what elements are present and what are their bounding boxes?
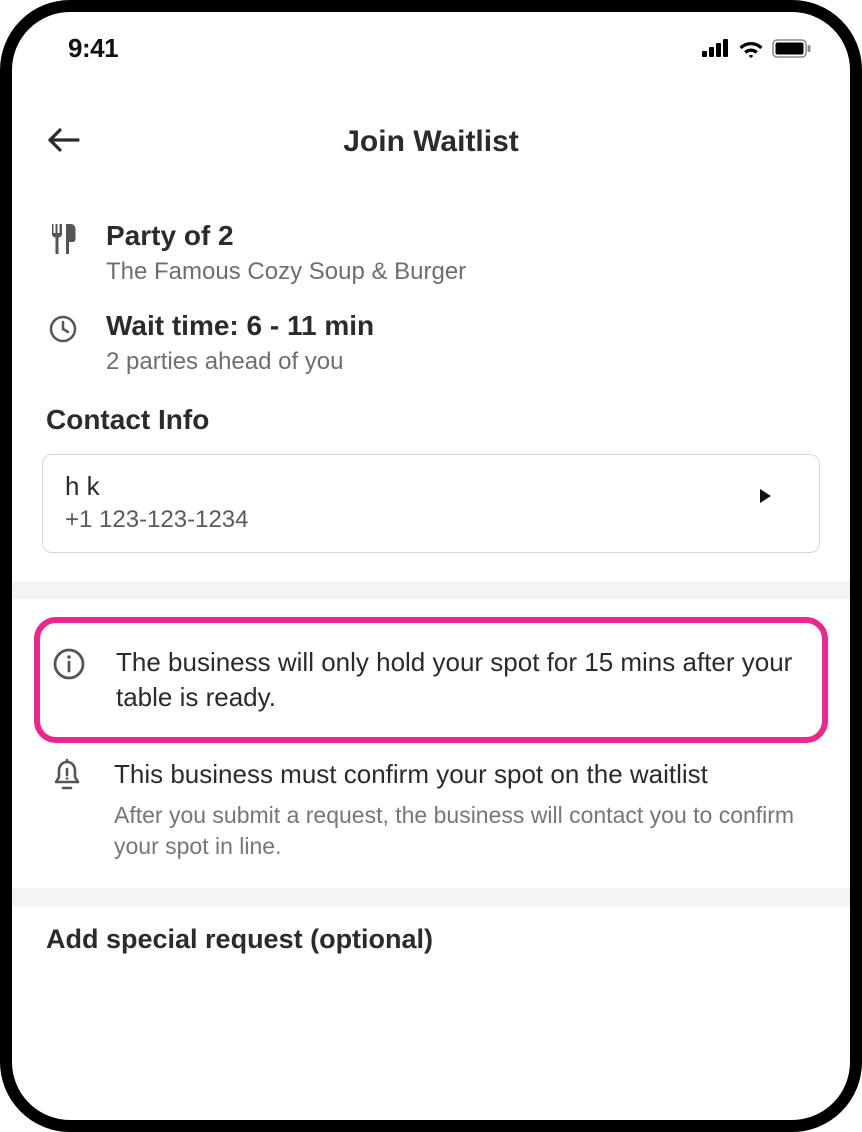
special-request-header: Add special request (optional) [42, 924, 820, 955]
confirm-notice: This business must confirm your spot on … [42, 757, 820, 862]
restaurant-name: The Famous Cozy Soup & Burger [106, 258, 466, 286]
confirm-notice-title: This business must confirm your spot on … [114, 757, 814, 792]
confirm-notice-subtitle: After you submit a request, the business… [114, 800, 814, 862]
bell-alert-icon [48, 757, 86, 795]
contact-name: h k [65, 471, 249, 502]
party-size: Party of 2 [106, 220, 466, 252]
section-divider [12, 581, 850, 599]
back-button[interactable] [42, 120, 86, 164]
party-info: Party of 2 The Famous Cozy Soup & Burger [42, 220, 820, 286]
utensils-icon [46, 222, 80, 256]
battery-icon [772, 39, 812, 58]
wait-time-info: Wait time: 6 - 11 min 2 parties ahead of… [42, 310, 820, 376]
contact-card[interactable]: h k +1 123-123-1234 [42, 454, 820, 553]
clock-icon [46, 312, 80, 346]
hold-spot-text: The business will only hold your spot fo… [116, 645, 806, 715]
page-title: Join Waitlist [343, 125, 519, 159]
hold-spot-notice: The business will only hold your spot fo… [34, 617, 828, 743]
status-icons [702, 39, 812, 58]
notice-section: The business will only hold your spot fo… [12, 599, 850, 906]
contact-phone: +1 123-123-1234 [65, 506, 249, 534]
status-time: 9:41 [68, 33, 118, 64]
info-icon [50, 645, 88, 683]
contact-section-header: Contact Info [42, 404, 820, 436]
wifi-icon [738, 39, 764, 58]
device-frame: 9:41 Join Waitlist Party of [0, 0, 862, 1132]
cellular-icon [702, 39, 730, 57]
wait-time: Wait time: 6 - 11 min [106, 310, 374, 342]
arrow-left-icon [47, 125, 81, 160]
chevron-right-icon [760, 489, 771, 503]
special-request-section: Add special request (optional) [12, 906, 850, 955]
status-bar: 9:41 [12, 12, 850, 72]
content-section: Party of 2 The Famous Cozy Soup & Burger… [12, 180, 850, 599]
queue-position: 2 parties ahead of you [106, 348, 374, 376]
page-header: Join Waitlist [12, 72, 850, 180]
section-divider [12, 888, 850, 906]
